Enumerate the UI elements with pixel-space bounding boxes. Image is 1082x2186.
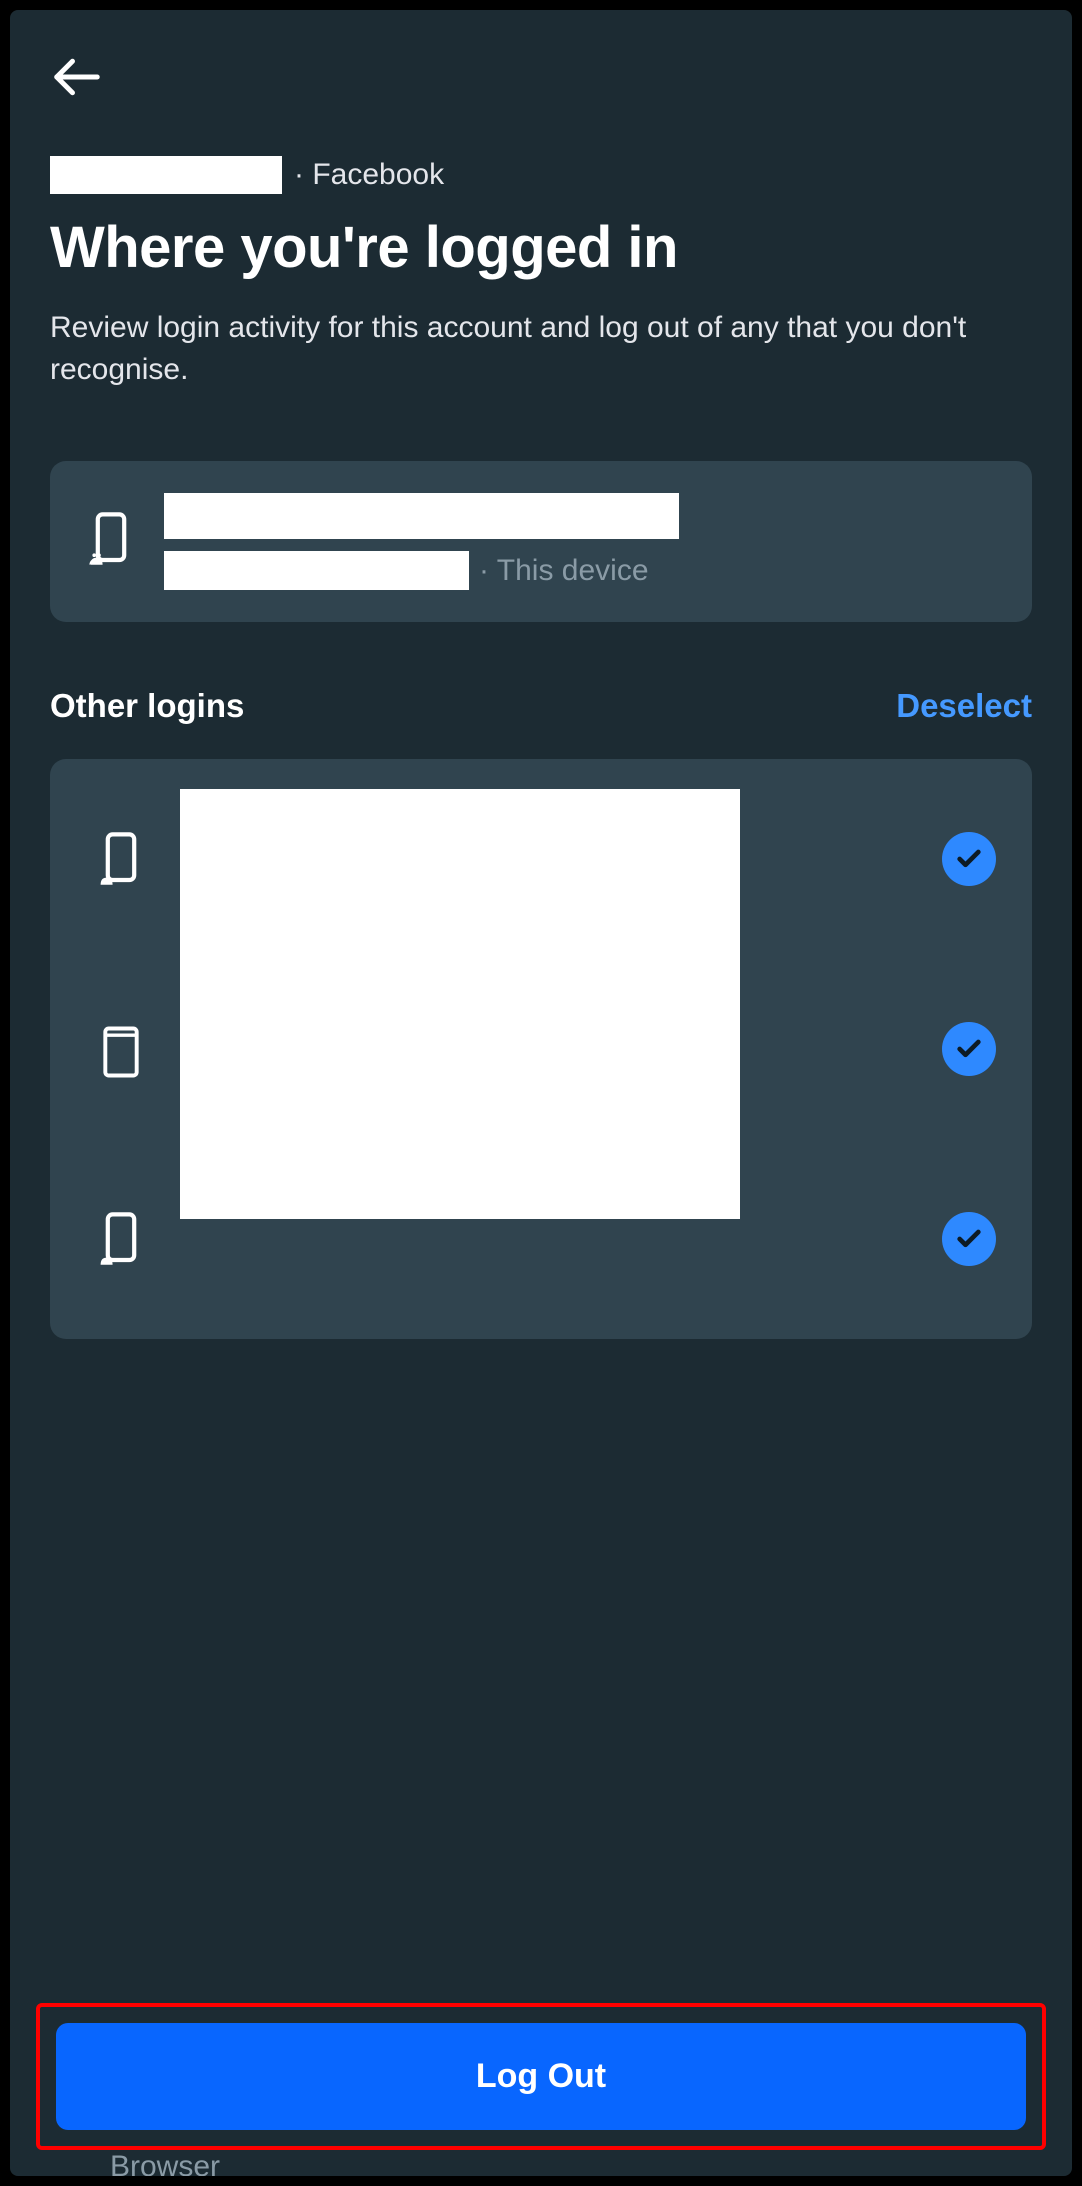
breadcrumb: · Facebook: [50, 156, 1032, 194]
redacted-device-detail: [164, 551, 469, 590]
selection-check[interactable]: [942, 1022, 996, 1076]
other-logins-card: [50, 759, 1032, 1339]
page-description: Review login activity for this account a…: [50, 307, 980, 391]
redacted-device-name: [164, 493, 679, 539]
selection-check[interactable]: [942, 832, 996, 886]
android-phone-icon: [86, 826, 156, 892]
logout-button[interactable]: Log Out: [56, 2023, 1026, 2130]
this-device-label: · This device: [479, 554, 649, 588]
logout-highlight-box: Log Out: [36, 2003, 1046, 2150]
partial-text-below: Browser: [110, 2150, 220, 2176]
tablet-icon: [86, 1018, 156, 1080]
login-row[interactable]: [86, 979, 996, 1119]
login-row[interactable]: [86, 1169, 996, 1309]
current-device-card[interactable]: · This device: [50, 461, 1032, 622]
login-row[interactable]: [86, 789, 996, 929]
redacted-account-name: [50, 156, 282, 194]
page-title: Where you're logged in: [50, 214, 1032, 281]
selection-check[interactable]: [942, 1212, 996, 1266]
android-phone-icon: [86, 512, 136, 572]
deselect-button[interactable]: Deselect: [896, 687, 1032, 725]
android-phone-icon: [86, 1206, 156, 1272]
back-button[interactable]: [50, 50, 104, 112]
breadcrumb-app-label: · Facebook: [294, 158, 444, 192]
other-logins-title: Other logins: [50, 687, 244, 725]
